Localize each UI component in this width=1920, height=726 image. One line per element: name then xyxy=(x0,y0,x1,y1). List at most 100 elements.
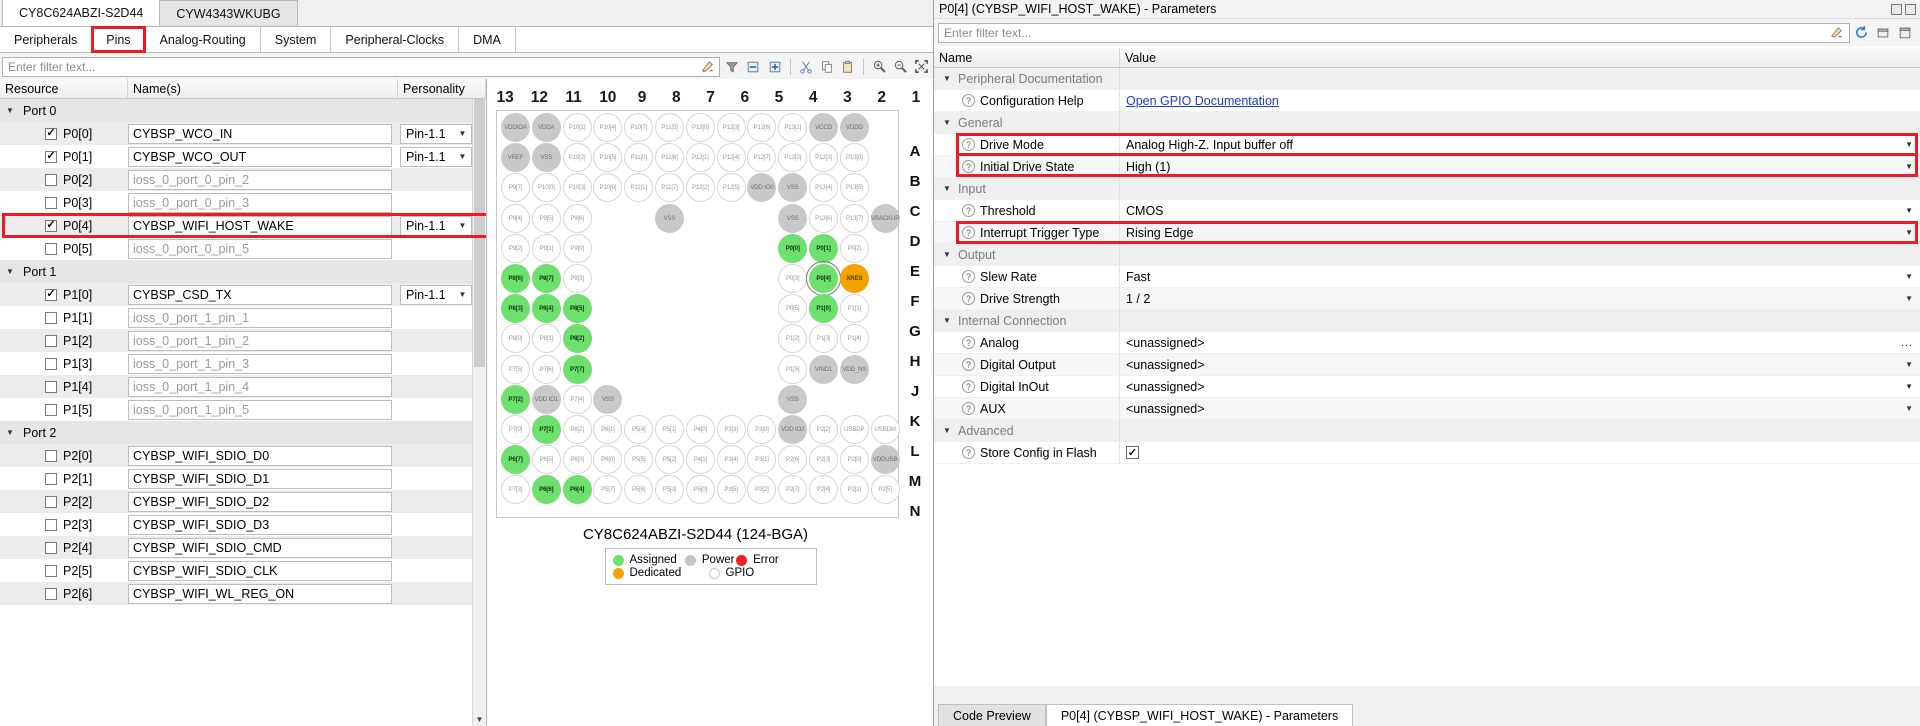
pin-name-input[interactable]: ioss_0_port_1_pin_3 xyxy=(128,353,392,374)
bga-ball[interactable]: P7[2] xyxy=(501,384,530,414)
pin-name-input[interactable]: CYBSP_WIFI_SDIO_D1 xyxy=(128,468,392,489)
personality-dropdown[interactable]: Pin-1.1 ▼ xyxy=(400,123,472,144)
help-icon[interactable]: ? xyxy=(962,204,975,217)
bga-ball[interactable]: P10[2] xyxy=(562,143,592,173)
bga-ball[interactable]: P6[7] xyxy=(501,445,530,475)
bga-ball[interactable]: VDDUSB xyxy=(870,445,900,475)
parameter-value-cell[interactable]: CMOS ▼ xyxy=(1120,200,1920,221)
bga-ball[interactable]: P2[4] xyxy=(809,475,838,505)
port-group-row[interactable]: ▼ Port 2 xyxy=(0,421,486,444)
bga-ball[interactable]: P8[6] xyxy=(501,264,530,293)
bga-ball[interactable]: USBDP xyxy=(839,415,869,444)
ellipsis-button[interactable]: ... xyxy=(1901,337,1913,349)
parameter-value-cell[interactable]: Fast ▼ xyxy=(1120,266,1920,287)
bga-ball[interactable]: P8[1] xyxy=(531,324,561,354)
pin-name-input[interactable]: CYBSP_WIFI_SDIO_CLK xyxy=(128,560,392,581)
parameter-row[interactable]: ? Digital InOut <unassigned> ▼ xyxy=(934,376,1920,398)
bga-ball[interactable]: VDD_NS xyxy=(839,354,869,384)
parameter-row[interactable]: ? Drive Strength 1 / 2 ▼ xyxy=(934,288,1920,310)
maximize-icon[interactable] xyxy=(1905,3,1916,15)
bottom-tab-1[interactable]: P0[4] (CYBSP_WIFI_HOST_WAKE) - Parameter… xyxy=(1045,704,1354,726)
pin-checkbox[interactable] xyxy=(45,380,57,393)
filter-icon[interactable] xyxy=(723,57,741,76)
bga-ball[interactable]: VSS xyxy=(778,173,808,203)
chevron-down-icon[interactable]: ▼ xyxy=(1905,140,1913,149)
scrollbar-thumb[interactable] xyxy=(474,99,485,367)
parameter-value-cell[interactable]: <unassigned>... xyxy=(1120,332,1920,353)
parameter-value-cell[interactable]: Rising Edge ▼ xyxy=(1120,222,1920,243)
tab-system[interactable]: System xyxy=(260,27,332,52)
tab-analog-routing[interactable]: Analog-Routing xyxy=(145,27,261,52)
chevron-down-icon[interactable]: ▼ xyxy=(1905,294,1913,303)
pin-name-input[interactable]: CYBSP_WIFI_SDIO_D0 xyxy=(128,445,392,466)
bga-ball[interactable]: VSS xyxy=(655,203,684,233)
bga-ball[interactable]: P2[1] xyxy=(839,475,869,505)
bga-ball[interactable]: P13[1] xyxy=(778,113,808,142)
bga-ball[interactable]: P10[3] xyxy=(562,173,592,203)
bga-ball[interactable]: P2[7] xyxy=(778,475,808,505)
table-row[interactable]: ✓ P1[0] CYBSP_CSD_TX Pin-1.1 ▼ xyxy=(0,283,486,306)
cut-icon[interactable] xyxy=(797,57,815,76)
bga-ball[interactable]: P7[1] xyxy=(531,415,561,444)
bga-ball[interactable]: P2[2] xyxy=(809,415,838,444)
bga-ball[interactable]: P2[6] xyxy=(778,445,808,475)
bga-ball[interactable]: P0[2] xyxy=(839,233,869,263)
bga-ball[interactable]: P1[1] xyxy=(839,294,869,324)
bga-ball[interactable]: P10[1] xyxy=(562,113,592,142)
bga-ball[interactable]: P10[5] xyxy=(593,143,623,173)
zoom-out-icon[interactable] xyxy=(892,57,910,76)
bga-ball[interactable]: VBACKUP xyxy=(870,203,900,233)
chevron-down-icon[interactable]: ▼ xyxy=(456,290,469,299)
parameter-value-cell[interactable]: Open GPIO Documentation xyxy=(1120,90,1920,111)
bga-ball[interactable]: P6[2] xyxy=(562,415,592,444)
bga-ball[interactable]: P10[7] xyxy=(624,113,654,142)
parameter-category-row[interactable]: ▼ Output xyxy=(934,244,1920,266)
bga-ball[interactable]: P3[4] xyxy=(716,445,746,475)
chevron-down-icon[interactable]: ▼ xyxy=(943,184,954,193)
pencil-icon[interactable] xyxy=(1825,23,1847,43)
device-tab-1[interactable]: CYW4343WKUBG xyxy=(159,0,298,26)
tab-peripheral-clocks[interactable]: Peripheral-Clocks xyxy=(331,27,460,52)
table-row[interactable]: P1[1] ioss_0_port_1_pin_1 xyxy=(0,306,486,329)
pin-name-input[interactable]: CYBSP_CSD_TX xyxy=(128,284,392,305)
bga-ball-grid[interactable]: VDDIOA VDDA P10[1] P10[4] P10[7] P11[5] P12[0]… xyxy=(496,110,900,518)
pin-checkbox[interactable] xyxy=(45,449,57,462)
bga-ball[interactable]: P12[2] xyxy=(685,173,715,203)
bga-ball[interactable]: P12[7] xyxy=(747,143,777,173)
tab-peripherals[interactable]: Peripherals xyxy=(0,27,93,52)
bga-ball[interactable]: P11[5] xyxy=(655,113,684,142)
pin-name-input[interactable]: CYBSP_WIFI_SDIO_D2 xyxy=(128,491,392,512)
bga-ball[interactable]: VDDD xyxy=(839,113,869,142)
device-tab-0[interactable]: CY8C624ABZI-S2D44 xyxy=(2,0,161,26)
pin-checkbox[interactable] xyxy=(45,472,57,485)
bga-ball[interactable]: P3[1] xyxy=(747,445,777,475)
bga-ball[interactable]: P11[6] xyxy=(655,143,684,173)
parameter-value-cell[interactable]: <unassigned> ▼ xyxy=(1120,376,1920,397)
bga-ball[interactable]: P6[1] xyxy=(593,415,623,444)
bga-ball[interactable]: P13[6] xyxy=(809,203,838,233)
bga-ball[interactable]: USBDM xyxy=(870,415,900,444)
pin-name-input[interactable]: CYBSP_WIFI_HOST_WAKE xyxy=(128,215,392,236)
parameter-row[interactable]: ? Drive Mode Analog High-Z. Input buffer o… xyxy=(934,133,1920,156)
pin-checkbox[interactable] xyxy=(45,334,57,347)
bga-ball[interactable]: P13[2] xyxy=(778,143,808,173)
bga-ball[interactable]: VSS xyxy=(778,384,808,414)
table-row[interactable]: P2[2] CYBSP_WIFI_SDIO_D2 xyxy=(0,490,486,513)
pin-checkbox[interactable] xyxy=(45,495,57,508)
help-icon[interactable]: ? xyxy=(962,138,975,151)
table-row[interactable]: P0[3] ioss_0_port_0_pin_3 xyxy=(0,191,486,214)
help-icon[interactable]: ? xyxy=(962,336,975,349)
bga-ball[interactable]: P3[5] xyxy=(716,475,746,505)
bga-ball[interactable]: P9[0] xyxy=(562,233,592,263)
parameter-row[interactable]: ? Interrupt Trigger Type Rising Edge ▼ xyxy=(934,221,1920,244)
collapse-all-icon[interactable] xyxy=(744,57,762,76)
bga-ball[interactable]: VDDA xyxy=(531,113,561,142)
parameter-category-row[interactable]: ▼ Peripheral Documentation xyxy=(934,68,1920,90)
bga-ball[interactable]: P9[7] xyxy=(501,173,530,203)
pin-table-scrollbar[interactable]: ▼ xyxy=(472,99,486,726)
bga-ball[interactable]: P5[3] xyxy=(655,475,684,505)
port-group-row[interactable]: ▼ Port 0 xyxy=(0,99,486,122)
table-row[interactable]: P2[0] CYBSP_WIFI_SDIO_D0 xyxy=(0,444,486,467)
pin-name-input[interactable]: ioss_0_port_0_pin_2 xyxy=(128,169,392,190)
bga-ball[interactable]: P6[0] xyxy=(593,445,623,475)
